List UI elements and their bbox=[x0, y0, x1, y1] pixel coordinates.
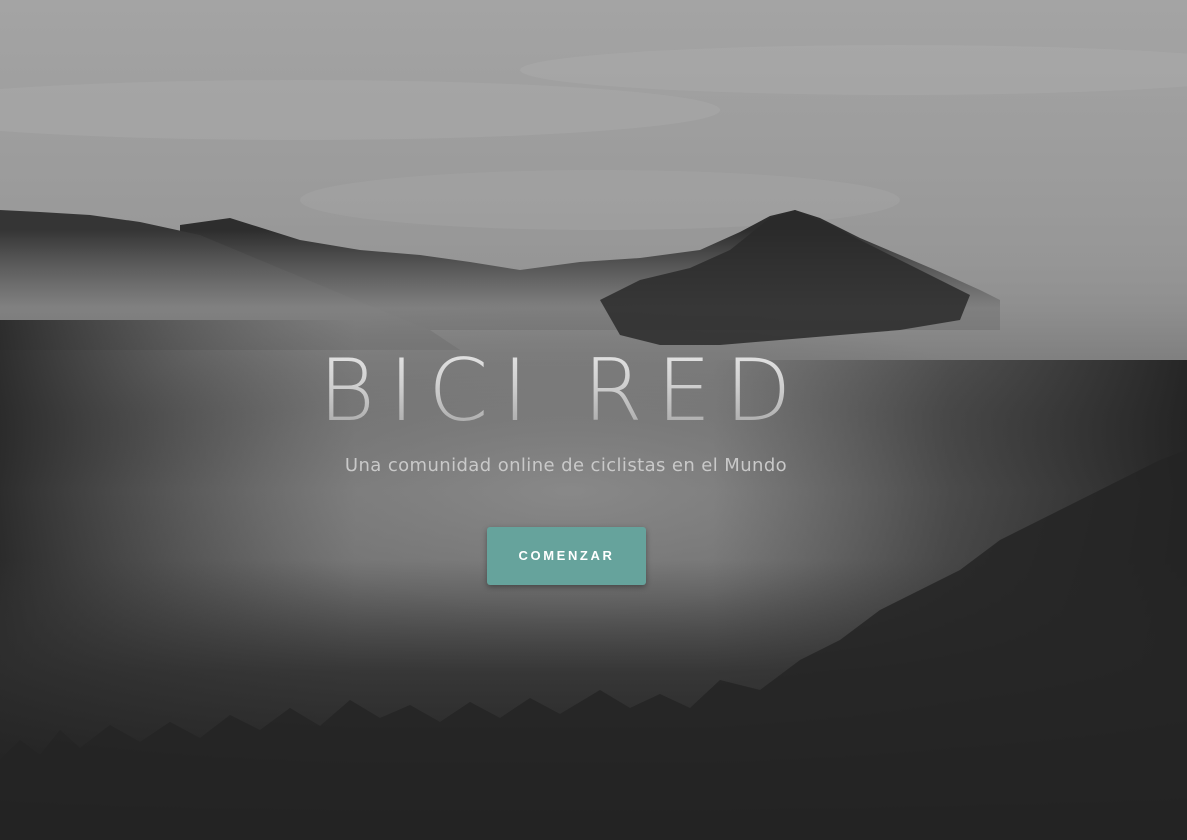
hero-content: BICI RED Una comunidad online de ciclist… bbox=[0, 0, 1187, 840]
hero-subtitle: Una comunidad online de ciclistas en el … bbox=[344, 455, 788, 476]
start-button[interactable]: COMENZAR bbox=[487, 527, 646, 585]
hero-title: BICI RED bbox=[0, 336, 1124, 446]
hero-section: BICI RED Una comunidad online de ciclist… bbox=[0, 0, 1187, 840]
